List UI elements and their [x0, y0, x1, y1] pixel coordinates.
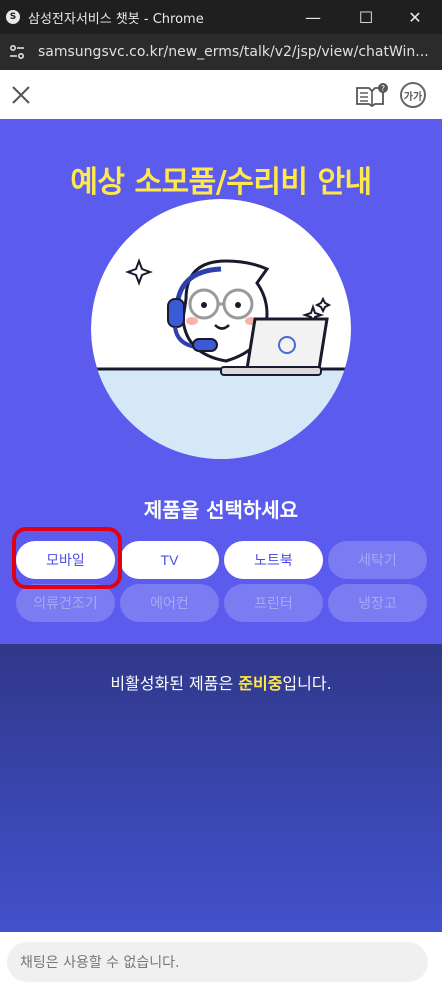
- select-product-prompt: 제품을 선택하세요: [143, 498, 299, 522]
- highlight-annotation-box: [12, 527, 122, 589]
- product-button-dryer: 의류건조기: [16, 584, 115, 622]
- notice-prefix: 비활성화된 제품은: [110, 674, 239, 693]
- maximize-button[interactable]: ☐: [343, 0, 389, 34]
- product-button-printer: 프린터: [224, 584, 323, 622]
- window-title-bar: S 삼성전자서비스 챗봇 - Chrome — ☐ ✕: [0, 0, 442, 34]
- close-icon[interactable]: [8, 82, 34, 108]
- product-button-tv[interactable]: TV: [120, 541, 219, 579]
- product-button-aircon: 에어컨: [120, 584, 219, 622]
- site-settings-icon[interactable]: [4, 39, 30, 65]
- chat-footer: 채팅은 사용할 수 없습니다.: [0, 932, 442, 988]
- window-title: 삼성전자서비스 챗봇 - Chrome: [28, 11, 204, 27]
- product-button-washer: 세탁기: [328, 541, 427, 579]
- notice-highlight: 준비중: [238, 674, 283, 693]
- disabled-notice: 비활성화된 제품은 준비중입니다.: [0, 670, 442, 694]
- chat-header: ? 가가: [0, 70, 442, 119]
- product-button-laptop[interactable]: 노트북: [224, 541, 323, 579]
- product-button-fridge: 냉장고: [328, 584, 427, 622]
- app-icon: S: [6, 10, 20, 24]
- chat-input[interactable]: 채팅은 사용할 수 없습니다.: [7, 942, 428, 982]
- font-size-button[interactable]: 가가: [400, 82, 426, 108]
- url-text[interactable]: samsungsvc.co.kr/new_erms/talk/v2/jsp/vi…: [38, 44, 438, 60]
- window-close-button[interactable]: ✕: [392, 0, 438, 34]
- page-title: 예상 소모품/수리비 안내: [70, 165, 372, 200]
- address-bar: samsungsvc.co.kr/new_erms/talk/v2/jsp/vi…: [0, 34, 442, 70]
- minimize-button[interactable]: —: [290, 0, 336, 34]
- chatbot-mascot-illustration: [91, 199, 351, 459]
- notice-suffix: 입니다.: [282, 674, 332, 693]
- guide-book-icon[interactable]: ?: [355, 82, 389, 108]
- notice-panel: 비활성화된 제품은 준비중입니다.: [0, 644, 442, 932]
- svg-text:?: ?: [381, 84, 385, 93]
